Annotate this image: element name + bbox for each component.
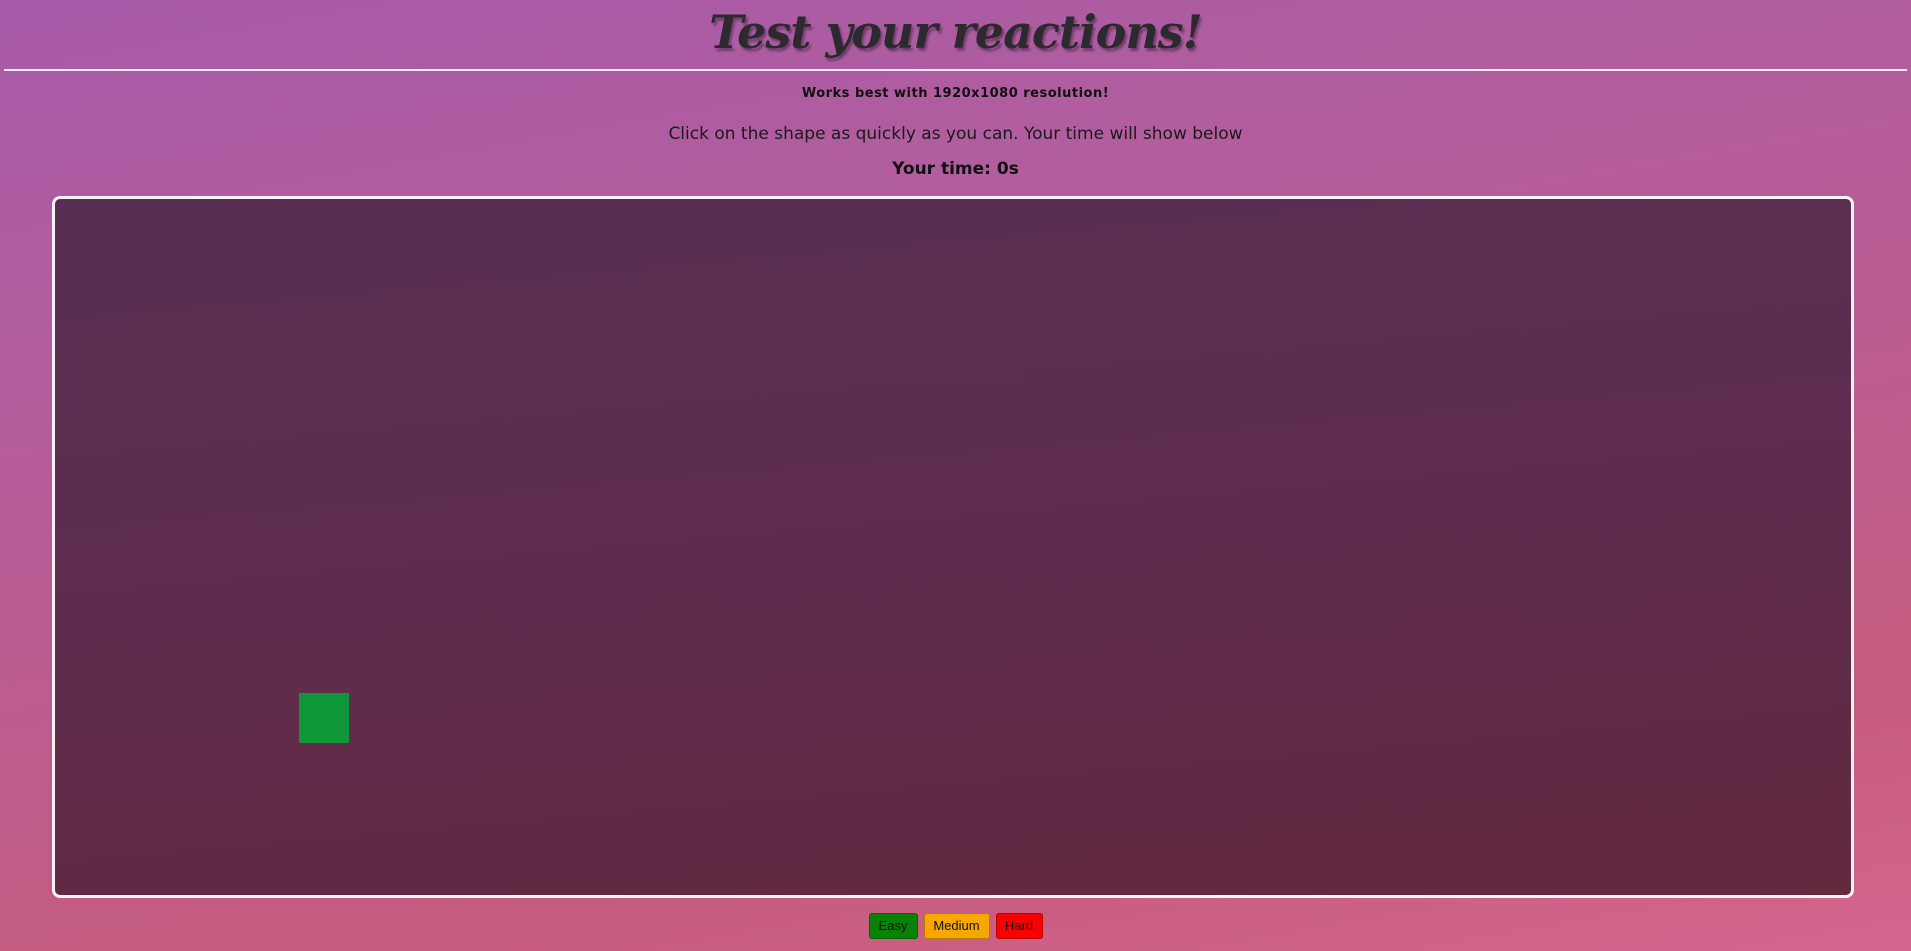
difficulty-controls: Easy Medium Hard	[0, 913, 1911, 939]
hard-button[interactable]: Hard	[995, 913, 1043, 939]
header-divider	[4, 69, 1907, 71]
easy-button[interactable]: Easy	[868, 913, 918, 939]
medium-button[interactable]: Medium	[923, 913, 990, 939]
resolution-note: Works best with 1920x1080 resolution!	[801, 86, 1110, 101]
instructions-text: Click on the shape as quickly as you can…	[668, 124, 1243, 144]
page-title: Test your reactions!	[709, 5, 1203, 59]
target-shape[interactable]	[299, 693, 349, 743]
time-display: Your time: 0s	[892, 159, 1019, 179]
game-area[interactable]	[52, 196, 1854, 898]
